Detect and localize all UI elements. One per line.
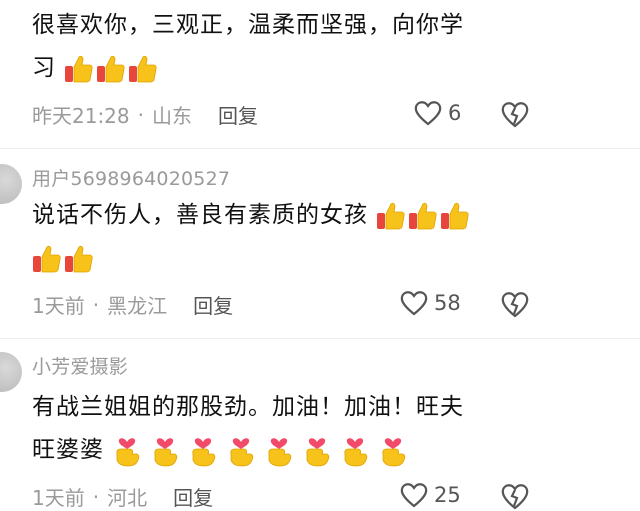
comment-text-line1: 有战兰姐姐的那股劲。加油！加油！旺夫 <box>32 394 464 420</box>
comment-location: 河北 <box>107 486 148 510</box>
comment-text-line2: 习 <box>32 55 56 81</box>
thumbs-up-emoji-icon <box>408 201 438 231</box>
comment-text-line1: 很喜欢你，三观正，温柔而坚强，向你学 <box>32 12 464 38</box>
thumbs-up-emoji-icon <box>32 244 62 274</box>
finger-heart-emoji-icon <box>378 434 408 468</box>
comment-meta: 昨天21:28 · 山东 回复 <box>32 100 258 129</box>
like-button[interactable]: 25 <box>400 482 461 508</box>
like-count: 6 <box>448 101 462 125</box>
comment-text: 说话不伤人，善良有素质的女孩 <box>32 194 532 280</box>
comment-text: 很喜欢你，三观正，温柔而坚强，向你学 习 <box>32 4 532 90</box>
heart-outline-icon <box>400 483 428 508</box>
meta-separator: · <box>92 484 100 509</box>
thumbs-emoji-row <box>32 244 94 274</box>
heart-outline-icon <box>400 291 428 316</box>
comment-location: 黑龙江 <box>107 294 168 318</box>
thumbs-emoji-row <box>64 54 158 84</box>
finger-heart-emoji-icon <box>112 434 142 468</box>
comment-username[interactable]: 用户5698964020527 <box>32 164 230 191</box>
finger-heart-emoji-icon <box>150 434 180 468</box>
thumbs-up-emoji-icon <box>376 201 406 231</box>
thumbs-emoji-row <box>376 201 470 231</box>
broken-heart-icon[interactable] <box>500 482 530 510</box>
like-button[interactable]: 6 <box>414 100 461 126</box>
thumbs-up-emoji-icon <box>96 54 126 84</box>
reply-button[interactable]: 回复 <box>173 482 213 511</box>
comment-time: 1天前 <box>32 294 85 318</box>
finger-heart-emoji-icon <box>188 434 218 468</box>
reply-button[interactable]: 回复 <box>193 290 233 319</box>
thumbs-up-emoji-icon <box>64 244 94 274</box>
finger-heart-emoji-row <box>112 434 414 468</box>
avatar[interactable] <box>0 164 22 204</box>
finger-heart-emoji-icon <box>226 434 256 468</box>
comment-username[interactable]: 小芳爱摄影 <box>32 352 128 379</box>
comment-time: 昨天21:28 <box>32 104 130 128</box>
like-count: 25 <box>434 483 461 507</box>
heart-outline-icon <box>414 101 442 126</box>
broken-heart-icon[interactable] <box>500 290 530 318</box>
comment-time: 1天前 <box>32 486 85 510</box>
meta-separator: · <box>137 102 144 127</box>
finger-heart-emoji-icon <box>302 434 332 468</box>
finger-heart-emoji-icon <box>264 434 294 468</box>
thumbs-up-emoji-icon <box>128 54 158 84</box>
comment-text-line1: 说话不伤人，善良有素质的女孩 <box>32 202 368 228</box>
comment-meta: 1天前 · 河北 回复 <box>32 482 213 511</box>
comment-meta: 1天前 · 黑龙江 回复 <box>32 290 233 319</box>
comment-location: 山东 <box>152 104 192 128</box>
reply-button[interactable]: 回复 <box>218 100 258 129</box>
divider <box>0 338 640 339</box>
finger-heart-emoji-icon <box>340 434 370 468</box>
avatar[interactable] <box>0 352 22 392</box>
thumbs-up-emoji-icon <box>64 54 94 84</box>
like-count: 58 <box>434 291 461 315</box>
comment-text: 有战兰姐姐的那股劲。加油！加油！旺夫 旺婆婆 <box>32 386 532 472</box>
divider <box>0 148 640 149</box>
meta-separator: · <box>92 292 100 317</box>
like-button[interactable]: 58 <box>400 290 461 316</box>
comment-text-line2: 旺婆婆 <box>32 437 104 463</box>
thumbs-up-emoji-icon <box>440 201 470 231</box>
broken-heart-icon[interactable] <box>500 100 530 128</box>
